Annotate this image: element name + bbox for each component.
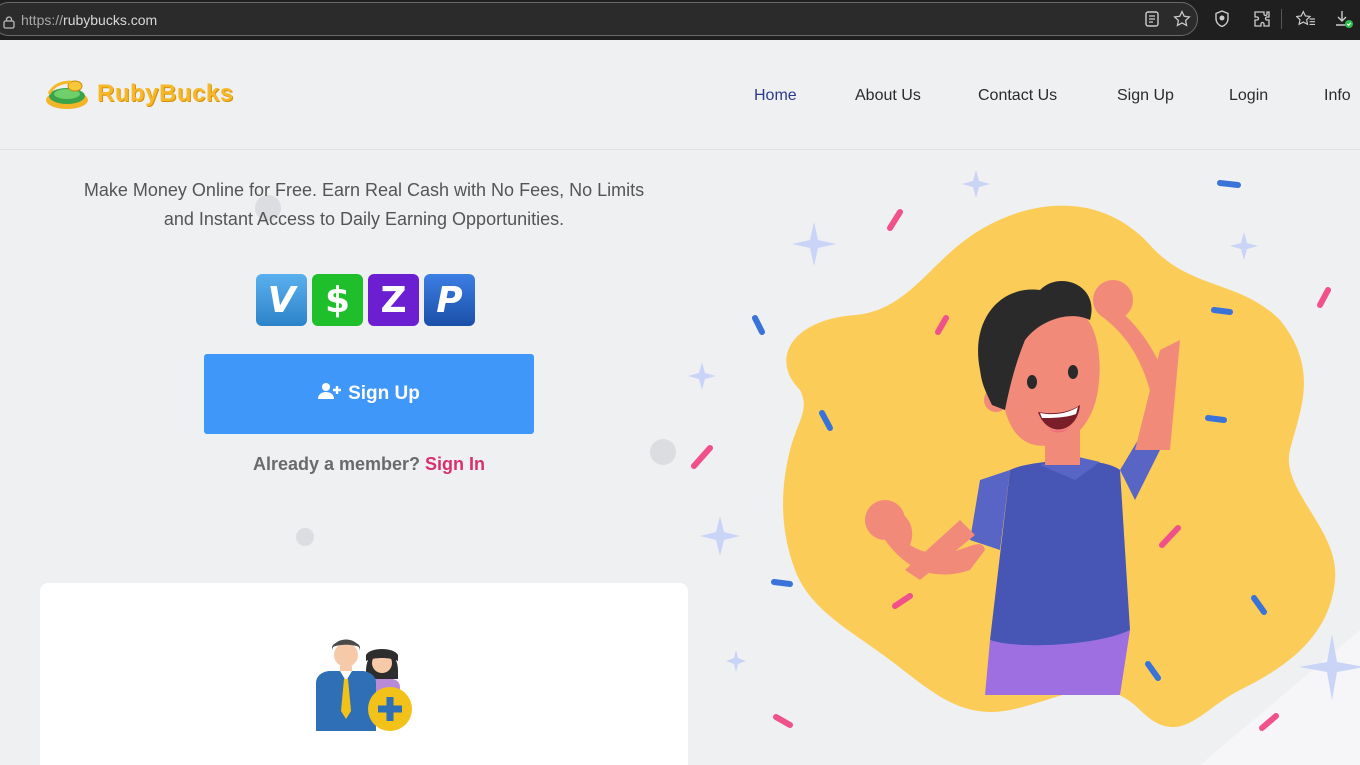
shield-icon[interactable] bbox=[1212, 9, 1232, 29]
venmo-icon: V bbox=[256, 274, 307, 326]
site-header: RubyBucks Home About Us Contact Us Sign … bbox=[0, 40, 1360, 150]
favorites-icon[interactable] bbox=[1296, 9, 1316, 29]
nav-contact-us[interactable]: Contact Us bbox=[978, 87, 1057, 105]
paypal-icon: P bbox=[424, 274, 475, 326]
browser-toolbar: https://rubybucks.com bbox=[0, 0, 1360, 40]
url-protocol: https:// bbox=[21, 12, 64, 28]
tagline-line-2: and Instant Access to Daily Earning Oppo… bbox=[163, 209, 565, 229]
favorite-star-icon[interactable] bbox=[1172, 9, 1192, 29]
url-text[interactable]: https://rubybucks.com bbox=[21, 12, 157, 28]
payment-methods: V $ Z P bbox=[256, 274, 475, 326]
brand-logo[interactable]: RubyBucks bbox=[45, 78, 234, 110]
downloads-icon[interactable] bbox=[1334, 9, 1354, 29]
decorative-dot bbox=[296, 528, 314, 546]
member-prompt-text: Already a member? bbox=[252, 454, 421, 474]
address-bar[interactable]: https://rubybucks.com bbox=[0, 2, 1198, 36]
brand-name: RubyBucks bbox=[97, 80, 234, 107]
member-prompt: Already a member? Sign In bbox=[40, 454, 698, 475]
money-stack-icon bbox=[46, 80, 88, 109]
user-plus-icon bbox=[318, 382, 342, 406]
feature-card bbox=[40, 583, 688, 765]
nav-sign-up[interactable]: Sign Up bbox=[1117, 87, 1174, 105]
nav-about-us[interactable]: About Us bbox=[855, 87, 921, 105]
celebrating-man-illustration bbox=[680, 150, 1360, 765]
cash-app-icon: $ bbox=[312, 274, 363, 326]
nav-home[interactable]: Home bbox=[754, 87, 797, 105]
sign-up-button-label: Sign Up bbox=[348, 383, 420, 404]
sign-up-button[interactable]: Sign Up bbox=[204, 354, 534, 434]
add-user-group-icon bbox=[312, 633, 416, 739]
url-host: rubybucks.com bbox=[63, 12, 158, 28]
nav-info[interactable]: Info bbox=[1324, 87, 1351, 105]
page-info-icon[interactable] bbox=[3, 14, 15, 33]
zelle-icon: Z bbox=[368, 274, 419, 326]
hero-tagline: Make Money Online for Free. Earn Real Ca… bbox=[40, 176, 688, 234]
toolbar-separator bbox=[1281, 9, 1282, 29]
nav-login[interactable]: Login bbox=[1229, 87, 1268, 105]
sign-in-link[interactable]: Sign In bbox=[425, 454, 485, 474]
reader-mode-icon[interactable] bbox=[1142, 9, 1162, 29]
extensions-icon[interactable] bbox=[1252, 9, 1272, 29]
tagline-line-1: Make Money Online for Free. Earn Real Ca… bbox=[83, 180, 645, 200]
